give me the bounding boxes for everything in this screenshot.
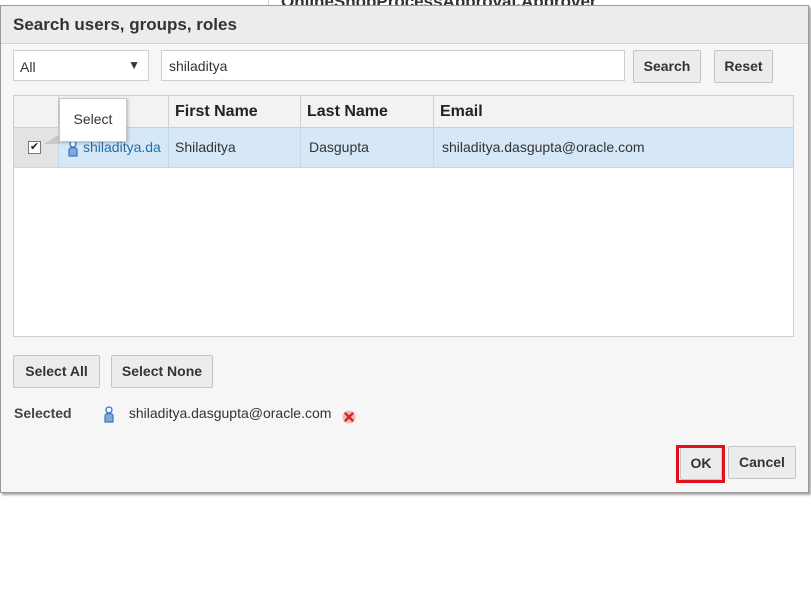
select-tooltip: Select [59,98,127,142]
column-header-first-name[interactable]: First Name [169,96,301,127]
remove-icon[interactable] [342,410,356,424]
select-none-button[interactable]: Select None [111,355,213,388]
dialog-title-bar: Search users, groups, roles [1,6,808,44]
reset-button[interactable]: Reset [714,50,773,83]
selected-label: Selected [14,405,72,421]
cancel-button[interactable]: Cancel [728,446,796,479]
ok-button[interactable]: OK [680,447,722,480]
selected-item-value: shiladitya.dasgupta@oracle.com [128,405,332,421]
dialog-title: Search users, groups, roles [13,15,237,34]
table-row[interactable]: ✔ shiladitya.da Shiladitya Dasgupta shil… [14,128,793,168]
search-button[interactable]: Search [633,50,701,83]
person-icon [68,140,78,157]
table-header: First Name Last Name Email [14,96,793,128]
person-icon [104,406,114,423]
selected-item: shiladitya.dasgupta@oracle.com [103,405,331,423]
search-input[interactable] [161,50,625,81]
row-checkbox[interactable]: ✔ [28,141,41,154]
scope-select-value: All [20,59,36,75]
first-name-cell: Shiladitya [169,128,301,167]
column-header-select [14,96,59,127]
tooltip-tail [44,134,60,144]
last-name-cell: Dasgupta [301,128,434,167]
column-header-email[interactable]: Email [434,96,793,127]
select-all-button[interactable]: Select All [13,355,100,388]
results-table: First Name Last Name Email ✔ shiladitya.… [13,95,794,337]
scope-select[interactable]: All ▼ [13,50,149,81]
dropdown-arrow-icon: ▼ [128,58,140,72]
email-cell: shiladitya.dasgupta@oracle.com [442,139,645,155]
column-header-last-name[interactable]: Last Name [301,96,434,127]
